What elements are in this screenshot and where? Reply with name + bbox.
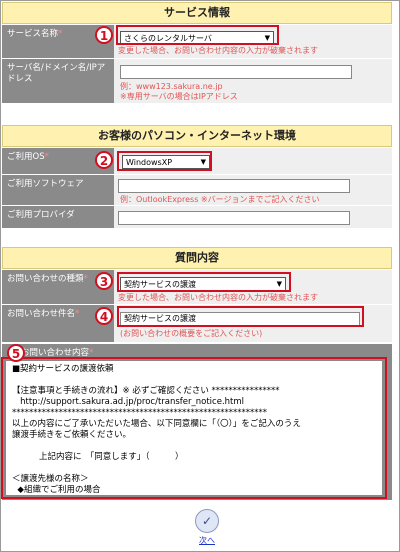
- server-name-label: サーバ名/ドメイン名/IPアドレス: [2, 59, 114, 103]
- step-badge-4: 4: [95, 307, 113, 325]
- row-provider: ご利用プロバイダ: [2, 206, 392, 229]
- highlight-box-1: [116, 25, 279, 45]
- next-button[interactable]: ✓ 次へ: [187, 509, 227, 546]
- section-title-service: サービス情報: [2, 2, 392, 24]
- software-field: 例：OutlookExpress ※バージョンまでご記入ください: [118, 179, 388, 205]
- server-name-field: 例：www123.sakura.ne.jp ※専用サーバの場合はIPアドレス: [118, 63, 388, 103]
- service-name-hint: 変更した場合、お問い合わせ内容の入力が破棄されます: [118, 46, 318, 55]
- step-badge-1: 1: [95, 26, 113, 44]
- highlight-box-2: [117, 151, 212, 171]
- highlight-box-3: [117, 272, 291, 292]
- software-label: ご利用ソフトウェア: [2, 175, 114, 205]
- check-icon: ✓: [195, 509, 219, 533]
- section-title-environment: お客様のパソコン・インターネット環境: [2, 125, 392, 147]
- highlight-box-4: [117, 306, 364, 327]
- inquiry-type-hint: 変更した場合、お問い合わせ内容の入力が破棄されます: [118, 293, 318, 302]
- row-server-name: サーバ名/ドメイン名/IPアドレス 例：www123.sakura.ne.jp …: [2, 59, 392, 104]
- provider-label: ご利用プロバイダ: [2, 206, 114, 228]
- server-name-input[interactable]: [120, 65, 352, 79]
- provider-input[interactable]: [118, 211, 350, 225]
- step-badge-3: 3: [95, 272, 113, 290]
- highlight-box-5: [1, 357, 387, 499]
- provider-field: [118, 210, 388, 228]
- next-button-label[interactable]: 次へ: [187, 535, 227, 546]
- row-software: ご利用ソフトウェア 例：OutlookExpress ※バージョンまでご記入くだ…: [2, 175, 392, 206]
- step-badge-5: 5: [7, 344, 25, 362]
- server-name-hint-dedicated: ※専用サーバの場合はIPアドレス: [120, 92, 238, 101]
- form-frame: サービス情報 サービス名称* さくらのレンタルサーバ ▼ 変更した場合、お問い合…: [0, 0, 400, 552]
- step-badge-2: 2: [95, 151, 113, 169]
- inquiry-subject-hint: (お問い合わせの概要をご記入ください): [120, 329, 263, 338]
- software-hint: 例：OutlookExpress ※バージョンまでご記入ください: [120, 195, 320, 204]
- section-title-question: 質問内容: [2, 247, 392, 269]
- software-input[interactable]: [118, 179, 350, 193]
- server-name-hint-example: 例：www123.sakura.ne.jp: [120, 82, 223, 91]
